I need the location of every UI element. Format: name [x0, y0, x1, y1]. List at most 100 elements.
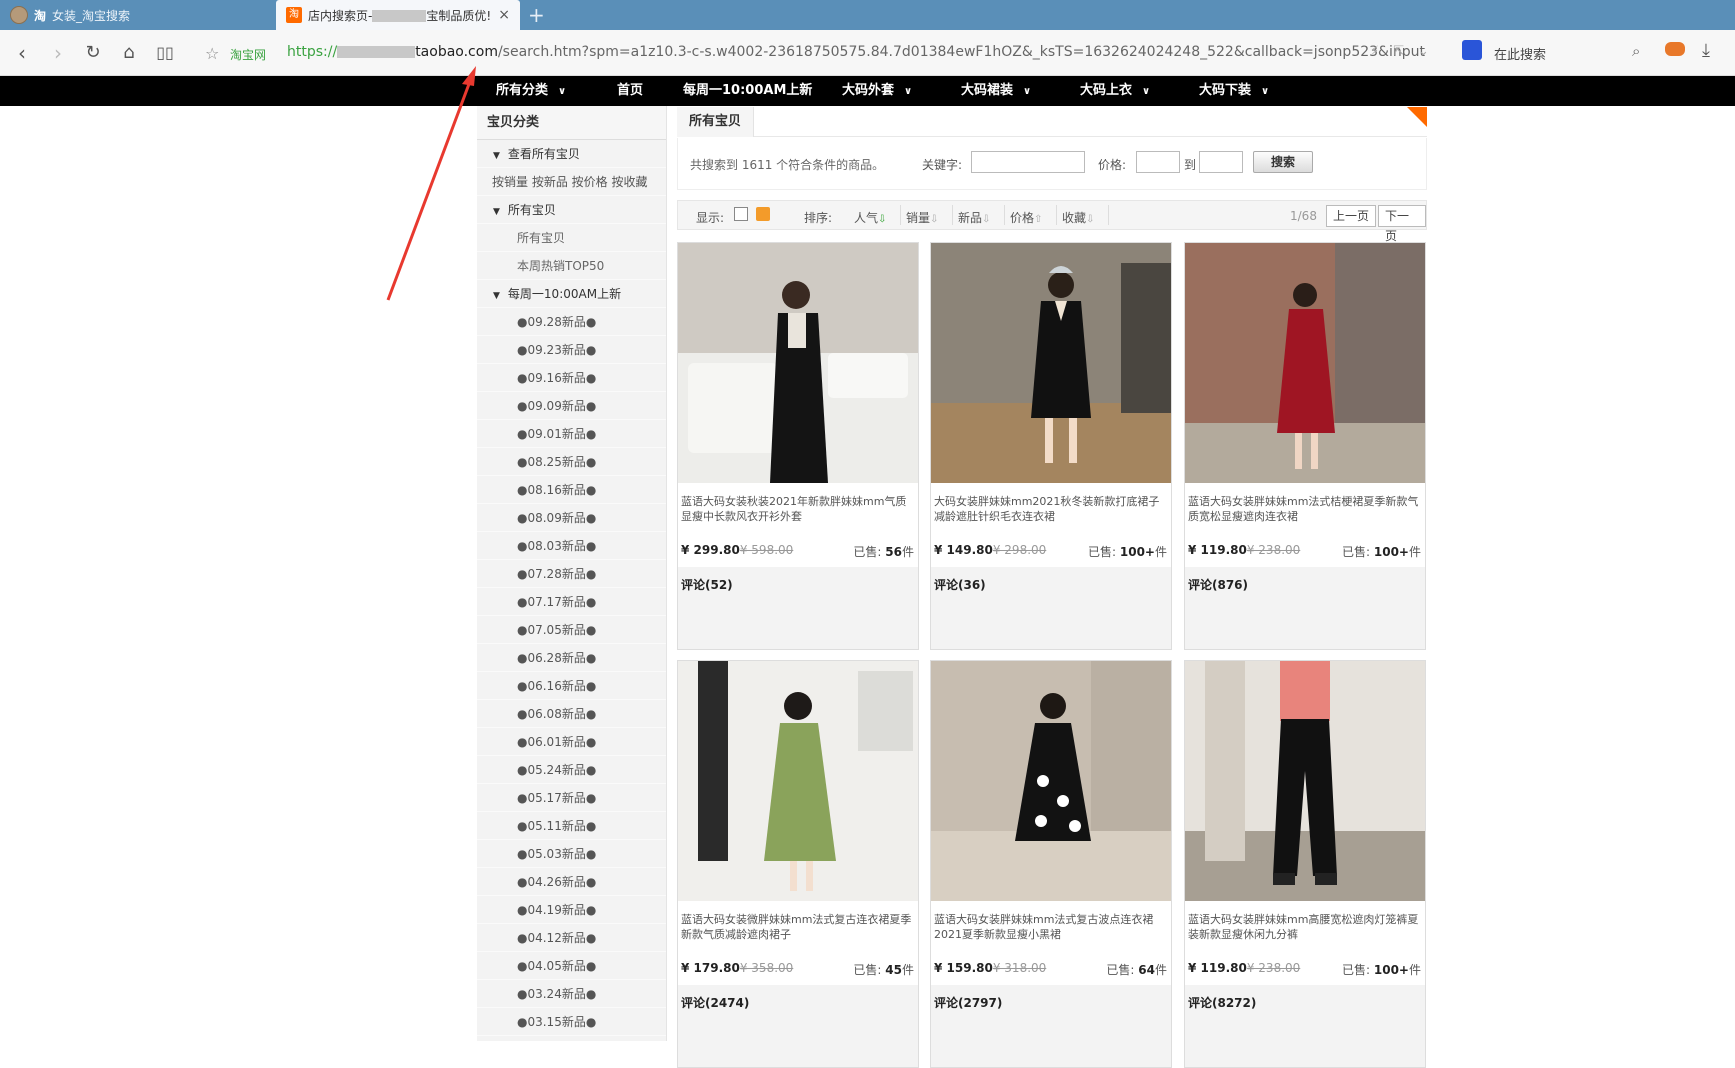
sidebar-item[interactable]: 本周热销TOP50 [477, 252, 666, 280]
new-tab-button[interactable]: + [528, 3, 545, 27]
sidebar-item-view-all[interactable]: ▼ 查看所有宝贝 [477, 140, 666, 168]
review-count[interactable]: 评论(8272) [1188, 994, 1256, 1011]
product-card[interactable]: 蓝语大码女装微胖妹妹mm法式复古连衣裙夏季新款气质减龄遮肉裙子 ¥ 179.80¥… [677, 660, 919, 1068]
tab-taobao-search[interactable]: 淘 女装_淘宝搜索 [0, 0, 275, 30]
search-input[interactable]: 在此搜索 [1494, 44, 1546, 63]
product-image[interactable] [931, 243, 1171, 483]
close-icon[interactable]: × [498, 7, 510, 23]
product-card[interactable]: 蓝语大码女装胖妹妹mm法式桔梗裙夏季新款气质宽松显瘦遮肉连衣裙 ¥ 119.80¥… [1184, 242, 1426, 650]
nav-home[interactable]: 首页 [617, 76, 643, 106]
refresh-icon[interactable]: ↻ [81, 41, 105, 65]
review-count[interactable]: 评论(36) [934, 576, 986, 593]
sidebar-item[interactable]: 所有宝贝 [477, 224, 666, 252]
sidebar-item-new-arrival[interactable]: ●05.11新品● [477, 812, 666, 840]
nav-tops[interactable]: 大码上衣 ∨ [1080, 76, 1150, 106]
sidebar-sort-links[interactable]: 按销量 按新品 按价格 按收藏 [477, 168, 666, 196]
product-title[interactable]: 蓝语大码女装秋装2021年新款胖妹妹mm气质显瘦中长款风衣开衫外套 [681, 494, 915, 524]
reading-mode-icon[interactable]: ▯▯ [153, 41, 177, 65]
sidebar-item-new-arrival[interactable]: ●04.19新品● [477, 896, 666, 924]
sidebar-item-new-arrival[interactable]: ●05.24新品● [477, 756, 666, 784]
product-image[interactable] [678, 661, 918, 901]
product-title[interactable]: 大码女装胖妹妹mm2021秋冬装新款打底裙子减龄遮肚针织毛衣连衣裙 [934, 494, 1168, 524]
review-count[interactable]: 评论(2474) [681, 994, 749, 1011]
sidebar-item-weekly[interactable]: ▼ 每周一10:00AM上新 [477, 280, 666, 308]
sidebar-item-new-arrival[interactable]: ●09.16新品● [477, 364, 666, 392]
sidebar-item-new-arrival[interactable]: ●06.01新品● [477, 728, 666, 756]
search-icon[interactable]: ⌕ [1632, 42, 1640, 60]
product-card[interactable]: 蓝语大码女装胖妹妹mm法式复古波点连衣裙2021夏季新款显瘦小黑裙 ¥ 159.8… [930, 660, 1172, 1068]
nav-coats[interactable]: 大码外套 ∨ [842, 76, 912, 106]
product-price: ¥ 149.80¥ 298.00 [934, 543, 1047, 557]
sidebar-item-new-arrival[interactable]: ●09.09新品● [477, 392, 666, 420]
sold-count: 已售: 56件 [853, 545, 914, 559]
sidebar-item-new-arrival[interactable]: ●04.05新品● [477, 952, 666, 980]
tab-store-search[interactable]: 淘 店内搜索页- 宝制品质优! × [276, 0, 520, 30]
nav-bottoms[interactable]: 大码下装 ∨ [1199, 76, 1269, 106]
review-count[interactable]: 评论(876) [1188, 576, 1248, 593]
nav-dresses[interactable]: 大码裙装 ∨ [961, 76, 1031, 106]
product-image[interactable] [678, 243, 918, 483]
sidebar-item-new-arrival[interactable]: ●07.17新品● [477, 588, 666, 616]
sidebar-item-new-arrival[interactable]: ●05.03新品● [477, 840, 666, 868]
address-actions[interactable]: ⚡⇱⌄ [1370, 44, 1443, 59]
review-count[interactable]: 评论(52) [681, 576, 733, 593]
sidebar-item-new-arrival[interactable]: ●08.16新品● [477, 476, 666, 504]
review-count[interactable]: 评论(2797) [934, 994, 1002, 1011]
arrow-down-icon: ⇩ [1086, 214, 1095, 225]
forward-icon[interactable]: › [46, 41, 70, 65]
product-price: ¥ 119.80¥ 238.00 [1188, 961, 1301, 975]
sort-price[interactable]: 价格⇧ [1010, 209, 1042, 226]
next-page-button[interactable]: 下一页 [1378, 205, 1426, 243]
sort-sales[interactable]: 销量⇩ [906, 209, 938, 226]
sidebar-item-new-arrival[interactable]: ●08.25新品● [477, 448, 666, 476]
product-card[interactable]: 蓝语大码女装胖妹妹mm高腰宽松遮肉灯笼裤夏装新款显瘦休闲九分裤 ¥ 119.80¥… [1184, 660, 1426, 1068]
search-button[interactable]: 搜索 [1253, 151, 1313, 173]
star-icon[interactable]: ☆ [205, 44, 219, 63]
sidebar-item-new-arrival[interactable]: ●08.09新品● [477, 504, 666, 532]
nav-weekly-new[interactable]: 每周一10:00AM上新 [683, 76, 812, 106]
gamepad-icon[interactable] [1665, 42, 1685, 56]
sidebar-item-new-arrival[interactable]: ●04.12新品● [477, 924, 666, 952]
product-card[interactable]: 蓝语大码女装秋装2021年新款胖妹妹mm气质显瘦中长款风衣开衫外套 ¥ 299.8… [677, 242, 919, 650]
sidebar-item-new-arrival[interactable]: ●08.03新品● [477, 532, 666, 560]
product-image[interactable] [1185, 661, 1425, 901]
sidebar-item-new-arrival[interactable]: ●04.26新品● [477, 868, 666, 896]
sort-favorites[interactable]: 收藏⇩ [1062, 209, 1094, 226]
sidebar-item-new-arrival[interactable]: ●07.28新品● [477, 560, 666, 588]
sidebar-item-new-arrival[interactable]: ●09.23新品● [477, 336, 666, 364]
product-title[interactable]: 蓝语大码女装胖妹妹mm法式复古波点连衣裙2021夏季新款显瘦小黑裙 [934, 912, 1168, 942]
product-title[interactable]: 蓝语大码女装微胖妹妹mm法式复古连衣裙夏季新款气质减龄遮肉裙子 [681, 912, 915, 942]
sidebar-item-new-arrival[interactable]: ●09.01新品● [477, 420, 666, 448]
sidebar-item-new-arrival[interactable]: ●09.28新品● [477, 308, 666, 336]
back-icon[interactable]: ‹ [10, 41, 34, 65]
sidebar-item-new-arrival[interactable]: ●03.24新品● [477, 980, 666, 1008]
product-image[interactable] [931, 661, 1171, 901]
sort-new[interactable]: 新品⇩ [958, 209, 990, 226]
store-nav: 所有分类 ∨ 首页 每周一10:00AM上新 大码外套 ∨ 大码裙装 ∨ 大码上衣 ∨ … [0, 76, 1735, 106]
price-label: 价格: [1098, 158, 1127, 172]
download-icon[interactable]: ⤓ [1702, 40, 1710, 61]
search-engine-icon[interactable] [1462, 40, 1482, 60]
home-icon[interactable]: ⌂ [117, 41, 141, 65]
product-image[interactable] [1185, 243, 1425, 483]
prev-page-button[interactable]: 上一页 [1326, 205, 1377, 227]
sidebar-item-new-arrival[interactable]: ●07.05新品● [477, 616, 666, 644]
address-toolbar: ‹ › ↻ ⌂ ▯▯ ☆ 淘宝网 https://taobao.com/sear… [0, 30, 1735, 76]
price-max-input[interactable] [1199, 151, 1243, 173]
sidebar-item-new-arrival[interactable]: ●05.17新品● [477, 784, 666, 812]
sidebar-item-all-items[interactable]: ▼ 所有宝贝 [477, 196, 666, 224]
sidebar-item-new-arrival[interactable]: ●03.15新品● [477, 1008, 666, 1036]
keyword-input[interactable] [971, 151, 1085, 173]
nav-all-categories[interactable]: 所有分类 ∨ [496, 76, 566, 106]
product-title[interactable]: 蓝语大码女装胖妹妹mm法式桔梗裙夏季新款气质宽松显瘦遮肉连衣裙 [1188, 494, 1422, 524]
url-field[interactable]: https://taobao.com/search.htm?spm=a1z10.… [287, 44, 1425, 60]
sort-popularity[interactable]: 人气⇩ [854, 209, 886, 226]
sidebar-item-new-arrival[interactable]: ●06.28新品● [477, 644, 666, 672]
price-min-input[interactable] [1136, 151, 1180, 173]
list-view-icon[interactable] [734, 207, 748, 221]
product-title[interactable]: 蓝语大码女装胖妹妹mm高腰宽松遮肉灯笼裤夏装新款显瘦休闲九分裤 [1188, 912, 1422, 942]
product-card[interactable]: 大码女装胖妹妹mm2021秋冬装新款打底裙子减龄遮肚针织毛衣连衣裙 ¥ 149.8… [930, 242, 1172, 650]
sidebar-item-new-arrival[interactable]: ●06.08新品● [477, 700, 666, 728]
sidebar-item-new-arrival[interactable]: ●06.16新品● [477, 672, 666, 700]
grid-view-icon[interactable] [756, 207, 770, 221]
